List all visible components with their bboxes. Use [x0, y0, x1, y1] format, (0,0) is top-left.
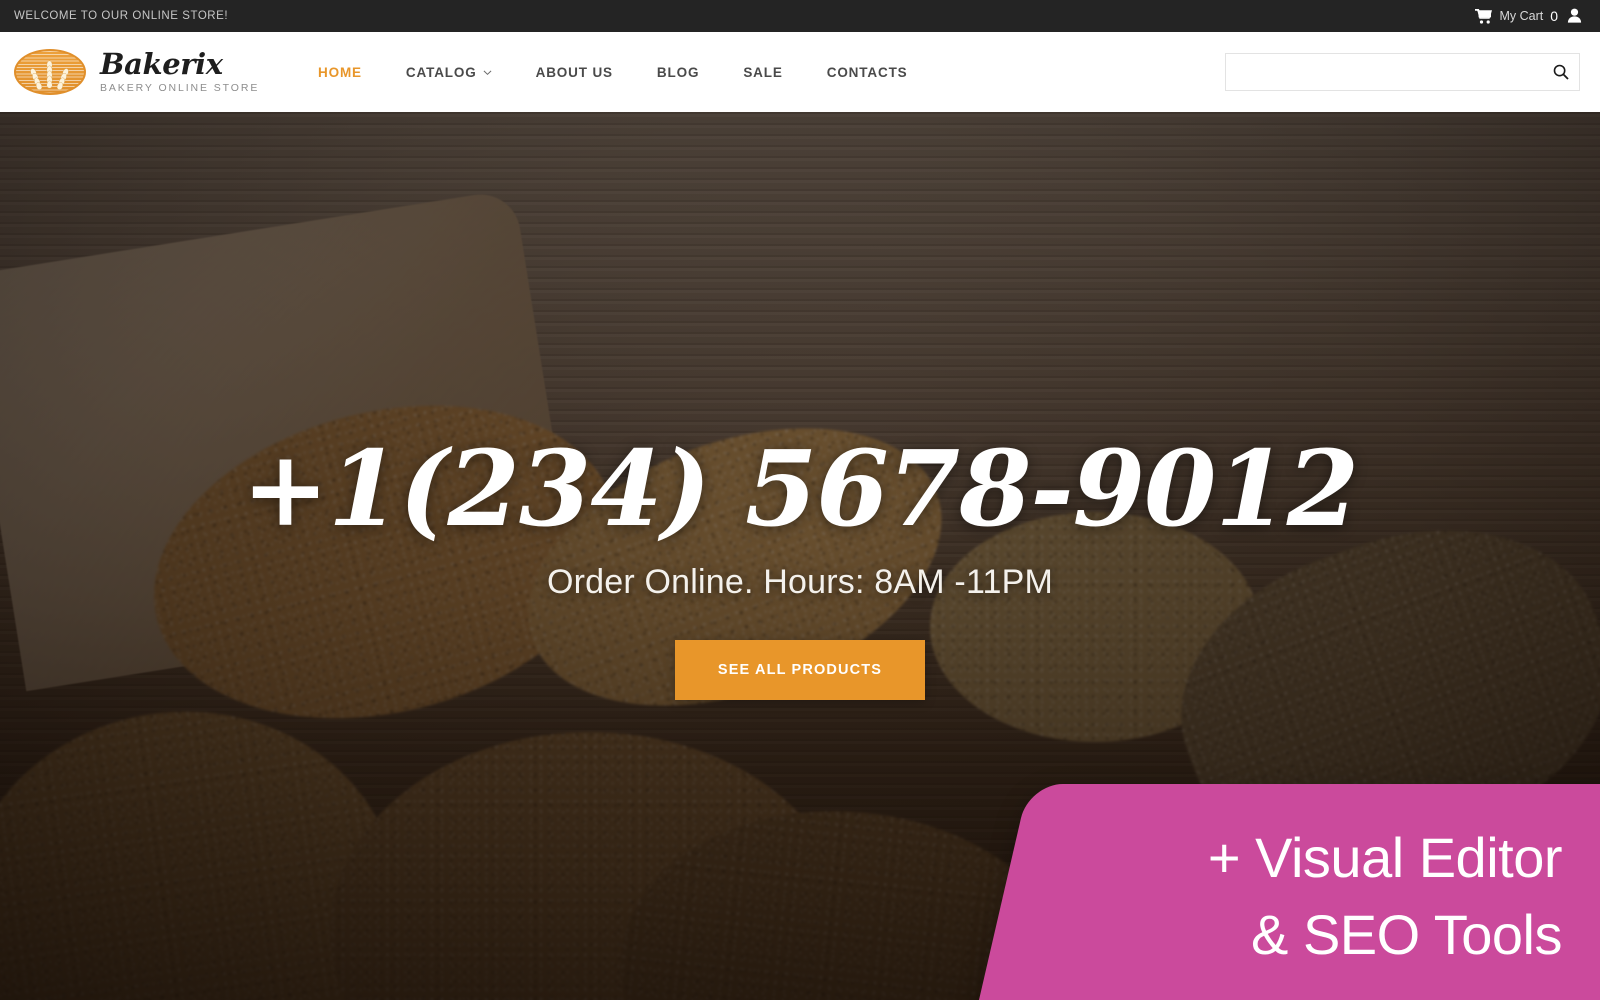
shopping-cart-icon: [1475, 8, 1493, 24]
nav-label-contacts: CONTACTS: [826, 64, 908, 80]
nav-item-contacts[interactable]: CONTACTS: [805, 65, 930, 80]
user-account-icon[interactable]: [1567, 8, 1582, 24]
promo-line-1: + Visual Editor: [1207, 826, 1562, 890]
nav-label-sale: SALE: [743, 64, 783, 80]
nav-item-catalog[interactable]: CATALOG: [384, 65, 514, 80]
chevron-down-icon: [483, 70, 492, 75]
welcome-message: WELCOME TO OUR ONLINE STORE!: [14, 10, 229, 22]
hero-phone-number: +1(234) 5678-9012: [241, 427, 1359, 550]
wheat-stalk-right: [56, 67, 70, 91]
nav-item-about-us[interactable]: ABOUT US: [514, 65, 635, 80]
nav-item-sale[interactable]: SALE: [721, 65, 804, 80]
nav-label-blog: BLOG: [656, 64, 700, 80]
cart-link[interactable]: My Cart 0: [1475, 8, 1558, 24]
main-navigation: HOME CATALOG ABOUT US BLOG SALE CONTACTS: [296, 65, 930, 80]
hero-subtitle: Order Online. Hours: 8AM -11PM: [546, 563, 1054, 601]
see-all-products-button[interactable]: SEE ALL PRODUCTS: [675, 640, 925, 700]
nav-item-home[interactable]: HOME: [296, 65, 384, 80]
cart-count: 0: [1550, 8, 1558, 24]
promo-banner: + Visual Editor & SEO Tools: [971, 784, 1600, 1000]
site-logo[interactable]: Bakerix BAKERY ONLINE STORE: [14, 49, 274, 95]
wheat-oval-logo-icon: [14, 49, 86, 95]
brand-text: Bakerix BAKERY ONLINE STORE: [100, 46, 274, 95]
nav-label-about-us: ABOUT US: [535, 64, 613, 80]
promo-banner-content: + Visual Editor & SEO Tools: [1000, 784, 1600, 1000]
top-bar: WELCOME TO OUR ONLINE STORE! My Cart 0: [0, 0, 1600, 32]
nav-label-catalog: CATALOG: [405, 64, 477, 80]
search-icon: [1553, 64, 1569, 80]
hero-banner: +1(234) 5678-9012 Order Online. Hours: 8…: [0, 112, 1600, 1000]
search-button[interactable]: [1542, 53, 1580, 91]
nav-item-blog[interactable]: BLOG: [635, 65, 721, 80]
site-header: Bakerix BAKERY ONLINE STORE HOME CATALOG…: [0, 32, 1600, 112]
search-area: [1225, 53, 1580, 91]
promo-line-2: & SEO Tools: [1251, 903, 1562, 966]
top-bar-actions: My Cart 0: [1475, 8, 1582, 24]
brand-name: Bakerix: [100, 46, 223, 81]
nav-label-home: HOME: [318, 64, 362, 80]
cart-label: My Cart: [1499, 9, 1544, 23]
search-input[interactable]: [1225, 53, 1580, 91]
wheat-stalk-left: [29, 67, 43, 91]
brand-tagline: BAKERY ONLINE STORE: [100, 81, 260, 94]
wheat-stalk-center: [47, 61, 52, 88]
